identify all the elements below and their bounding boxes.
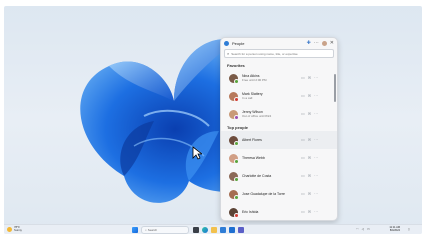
weather-desc: Sunny [14,228,22,232]
sun-icon [7,226,12,232]
presence-badge [234,212,239,218]
mail-app-icon[interactable] [229,227,235,233]
presence-badge [234,194,239,200]
chat-icon[interactable]: ▭ [301,155,305,160]
avatar [229,153,239,164]
scrollbar[interactable] [334,74,336,102]
avatar [229,207,239,218]
search-box[interactable]: ⌕ [224,49,334,58]
chat-icon[interactable]: ▭ [301,111,305,116]
search-input[interactable] [231,50,331,57]
battery-icon[interactable]: ▭ [367,227,370,231]
presence-badge [234,96,239,102]
mail-icon[interactable]: ✉ [308,75,311,80]
avatar [229,109,239,120]
person-status: Free until 2:00 PM [242,78,267,82]
chat-icon[interactable]: ▭ [301,191,305,196]
mail-icon[interactable]: ✉ [308,137,311,142]
person-name: Theresa Webb [242,156,265,160]
avatar [229,189,239,200]
chat-icon[interactable]: ▭ [301,75,305,80]
date: 8/4/2024 [389,229,400,233]
people-panel: People ✚ ⋯ ✕ ⌕ Favorites Nina Atkins Fre… [220,37,338,221]
person-name: Charlotte de Costa [242,174,272,178]
bloom-wallpaper [80,39,292,203]
add-person-icon[interactable]: ✚ [307,40,311,46]
more-icon[interactable]: ⋯ [314,40,319,46]
presence-badge [234,140,239,146]
presence-badge [234,78,239,84]
presence-badge [234,114,239,120]
top-person-row[interactable]: Eric Ishida ▭ ✉ ⋯ [221,203,337,220]
top-people-heading: Top people [227,125,249,130]
user-avatar[interactable] [321,40,327,46]
desktop: People ✚ ⋯ ✕ ⌕ Favorites Nina Atkins Fre… [4,6,422,234]
taskbar-apps: ⌕ Search [132,226,247,234]
more-options-icon[interactable]: ⋯ [314,191,318,196]
favorite-row[interactable]: Mark Slattery In a call ▭ ✉ ⋯ [221,87,337,105]
favorites-heading: Favorites [227,63,245,68]
task-view-icon[interactable] [193,227,199,233]
weather-widget[interactable]: 78°F Sunny [7,226,22,232]
desktop-frame: People ✚ ⋯ ✕ ⌕ Favorites Nina Atkins Fre… [0,0,426,240]
taskbar: 78°F Sunny ⌕ Search ◠ ◁ ▭ 11:11 AM 8/4/2… [4,224,422,234]
close-icon[interactable]: ✕ [330,40,334,46]
window-title: People [232,40,245,46]
presence-badge [234,176,239,182]
avatar [229,73,239,84]
store-icon[interactable] [220,227,226,233]
top-person-row[interactable]: Albert Flores ▭ ✉ ⋯ [221,131,337,149]
avatar [229,91,239,102]
teams-icon[interactable] [238,227,244,233]
system-tray: ◠ ◁ ▭ [356,227,373,231]
more-options-icon[interactable]: ⋯ [314,209,318,214]
wifi-icon[interactable]: ◠ [356,227,359,231]
mail-icon[interactable]: ✉ [308,173,311,178]
person-name: Eric Ishida [242,210,259,214]
notification-icon[interactable]: ▯ [408,227,410,231]
avatar [229,171,239,182]
more-options-icon[interactable]: ⋯ [314,111,318,116]
person-status: In a call [242,96,253,100]
favorite-row[interactable]: Jenny Wilson Out of office until 8/24 ▭ … [221,105,337,123]
search-icon: ⌕ [145,228,147,232]
file-explorer-icon[interactable] [211,227,217,233]
edge-icon[interactable] [202,227,208,233]
chat-icon[interactable]: ▭ [301,209,305,214]
presence-badge [234,158,239,164]
more-options-icon[interactable]: ⋯ [314,93,318,98]
more-options-icon[interactable]: ⋯ [314,137,318,142]
people-app-icon [224,40,229,46]
start-icon[interactable] [132,227,138,233]
person-status: Out of office until 8/24 [242,114,272,118]
volume-icon[interactable]: ◁ [362,227,364,231]
top-person-row[interactable]: Charlotte de Costa ▭ ✉ ⋯ [221,167,337,185]
taskbar-search-label: Search [147,228,158,232]
chat-icon[interactable]: ▭ [301,93,305,98]
mail-icon[interactable]: ✉ [308,191,311,196]
person-name: Albert Flores [242,138,262,142]
favorite-row[interactable]: Nina Atkins Free until 2:00 PM ▭ ✉ ⋯ [221,69,337,87]
mouse-cursor [192,146,202,160]
mail-icon[interactable]: ✉ [308,111,311,116]
person-name: Jose Guadalupe de la Torre [242,192,285,196]
more-options-icon[interactable]: ⋯ [314,173,318,178]
chat-icon[interactable]: ▭ [301,173,305,178]
taskbar-search[interactable]: ⌕ Search [141,226,189,234]
clock[interactable]: 11:11 AM 8/4/2024 [382,226,400,232]
title-bar: People ✚ ⋯ ✕ [221,38,337,48]
top-person-row[interactable]: Theresa Webb ▭ ✉ ⋯ [221,149,337,167]
top-person-row[interactable]: Jose Guadalupe de la Torre ▭ ✉ ⋯ [221,185,337,203]
mail-icon[interactable]: ✉ [308,209,311,214]
avatar [229,135,239,146]
more-options-icon[interactable]: ⋯ [314,75,318,80]
search-icon: ⌕ [227,51,230,56]
more-options-icon[interactable]: ⋯ [314,155,318,160]
mail-icon[interactable]: ✉ [308,93,311,98]
chat-icon[interactable]: ▭ [301,137,305,142]
mail-icon[interactable]: ✉ [308,155,311,160]
